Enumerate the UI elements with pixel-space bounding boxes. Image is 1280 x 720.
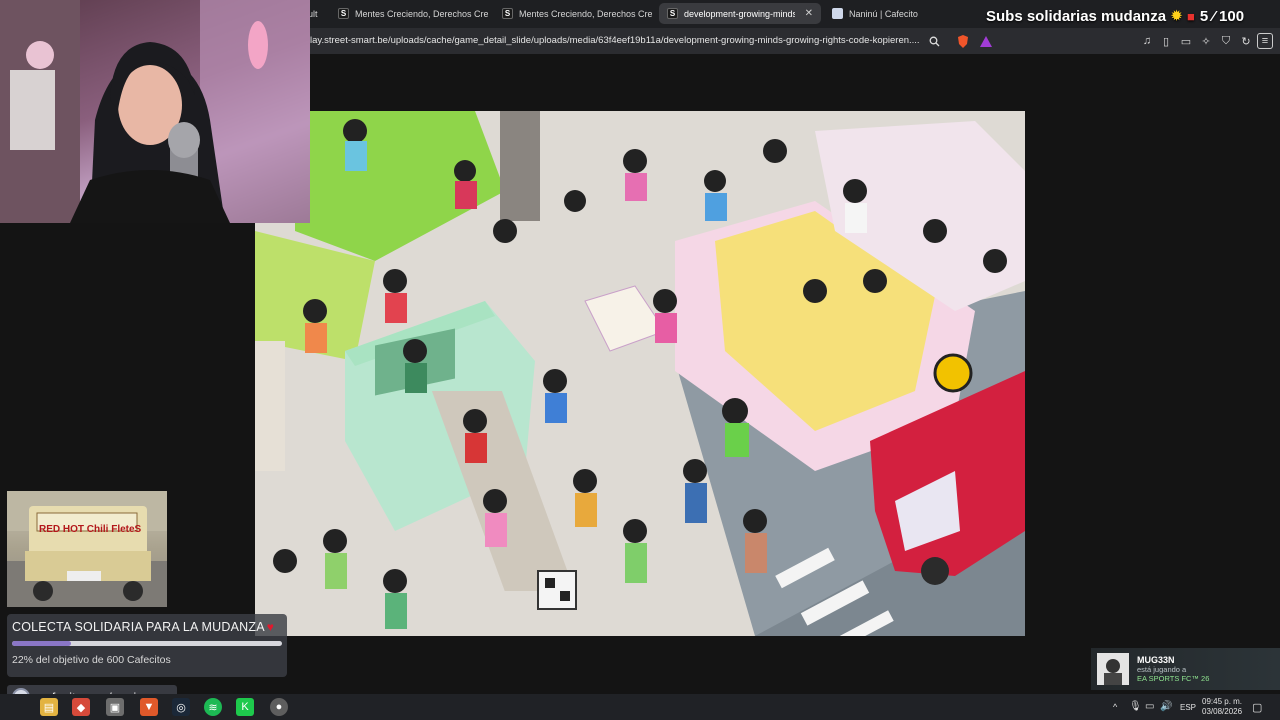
- tab-3-active[interactable]: S development-growing-minds-growing ✕: [659, 3, 821, 24]
- app-icon-round[interactable]: ●: [270, 698, 288, 716]
- microphone-icon[interactable]: 🎙: [1129, 701, 1142, 712]
- refresh-extension-icon[interactable]: ↻: [1238, 33, 1254, 49]
- zoom-icon[interactable]: [926, 33, 942, 49]
- friend-status: está jugando a: [1137, 665, 1187, 674]
- file-explorer-icon[interactable]: ▤: [40, 698, 58, 716]
- donation-title-text: COLECTA SOLIDARIA PARA LA MUDANZA: [12, 620, 265, 634]
- tab-1[interactable]: S Mentes Creciendo, Derechos Creciendo: [330, 3, 488, 24]
- tab-label: Mentes Creciendo, Derechos Creciendo: [355, 8, 488, 19]
- brave-shield-icon[interactable]: [955, 33, 971, 49]
- close-icon[interactable]: ✕: [805, 8, 813, 19]
- s-icon: S: [338, 8, 349, 19]
- vpn-icon[interactable]: ⛉: [1218, 33, 1234, 49]
- clock-date[interactable]: 03/08/2026: [1202, 707, 1242, 716]
- donation-progress-fill: [12, 641, 72, 646]
- tab-4[interactable]: Naninú | Cafecito: [824, 3, 924, 24]
- stream-title-goal: 5 ⁄ 100: [1199, 7, 1245, 25]
- screen: ult S Mentes Creciendo, Derechos Crecien…: [0, 0, 1280, 720]
- menu-icon[interactable]: ≡: [1257, 33, 1273, 49]
- cafecito-icon: [832, 8, 843, 19]
- friend-activity-card[interactable]: MUG33N está jugando a EA SPORTS FC™ 26: [1091, 648, 1280, 690]
- avatar: [1097, 653, 1129, 685]
- donation-subtitle: 22% del objetivo de 600 Cafecitos: [12, 654, 171, 666]
- language-indicator[interactable]: ESP: [1180, 703, 1196, 712]
- brave-browser-icon[interactable]: ▼: [140, 698, 158, 716]
- hidden-picture-illustration: [255, 111, 1025, 636]
- wallet-icon[interactable]: ▭: [1178, 33, 1194, 49]
- sidebar-icon[interactable]: ▯: [1158, 33, 1174, 49]
- heart-icon: ♥: [266, 620, 275, 634]
- app-icon-gray[interactable]: ▣: [106, 698, 124, 716]
- volume-icon[interactable]: 🔊: [1160, 701, 1172, 712]
- app-icon-red[interactable]: ◆: [72, 698, 90, 716]
- kick-icon[interactable]: K: [236, 698, 254, 716]
- truck-icon: ■: [1186, 8, 1195, 24]
- donation-progress-bar: [12, 641, 282, 646]
- leo-icon[interactable]: ✧: [1198, 33, 1214, 49]
- tab-2[interactable]: S Mentes Creciendo, Derechos Creciendo: [494, 3, 652, 24]
- truck-sign-text: RED HOT Chili FleteS: [39, 524, 142, 535]
- notification-icon[interactable]: ▢: [1252, 701, 1262, 714]
- tab-label: Mentes Creciendo, Derechos Creciendo: [519, 8, 652, 19]
- brave-rewards-icon[interactable]: [978, 33, 994, 49]
- s-icon: S: [502, 8, 513, 19]
- donation-title: COLECTA SOLIDARIA PARA LA MUDANZA ♥: [12, 620, 282, 634]
- steam-icon[interactable]: ◎: [172, 698, 190, 716]
- s-icon: S: [667, 8, 678, 19]
- sun-icon: ✹: [1171, 8, 1182, 23]
- friend-name: MUG33N: [1137, 655, 1175, 665]
- tab-label: development-growing-minds-growing: [684, 8, 795, 19]
- tab-label: Naninú | Cafecito: [849, 8, 918, 19]
- stream-title-text: Subs solidarias mudanza: [986, 7, 1167, 25]
- taskbar: ▤ ◆ ▣ ▼ ◎ ≋ K ● ^ 🎙 ▭ 🔊 ESP 09:45 p. m. …: [0, 694, 1280, 720]
- stream-title: Subs solidarias mudanza ✹ ■ 5 ⁄ 100: [986, 6, 1244, 26]
- music-icon[interactable]: ♫: [1139, 33, 1155, 49]
- spotify-icon[interactable]: ≋: [204, 698, 222, 716]
- network-icon[interactable]: ▭: [1145, 701, 1154, 712]
- truck-image-overlay: RED HOT Chili FleteS: [7, 491, 167, 607]
- friend-game: EA SPORTS FC™ 26: [1137, 674, 1210, 683]
- url-field[interactable]: lay.street-smart.be/uploads/cache/game_d…: [310, 33, 922, 49]
- webcam-overlay: [0, 0, 310, 223]
- clock-time[interactable]: 09:45 p. m.: [1202, 697, 1242, 706]
- tray-overflow-icon[interactable]: ^: [1113, 702, 1117, 712]
- donation-goal-widget: COLECTA SOLIDARIA PARA LA MUDANZA ♥ 22% …: [7, 614, 287, 677]
